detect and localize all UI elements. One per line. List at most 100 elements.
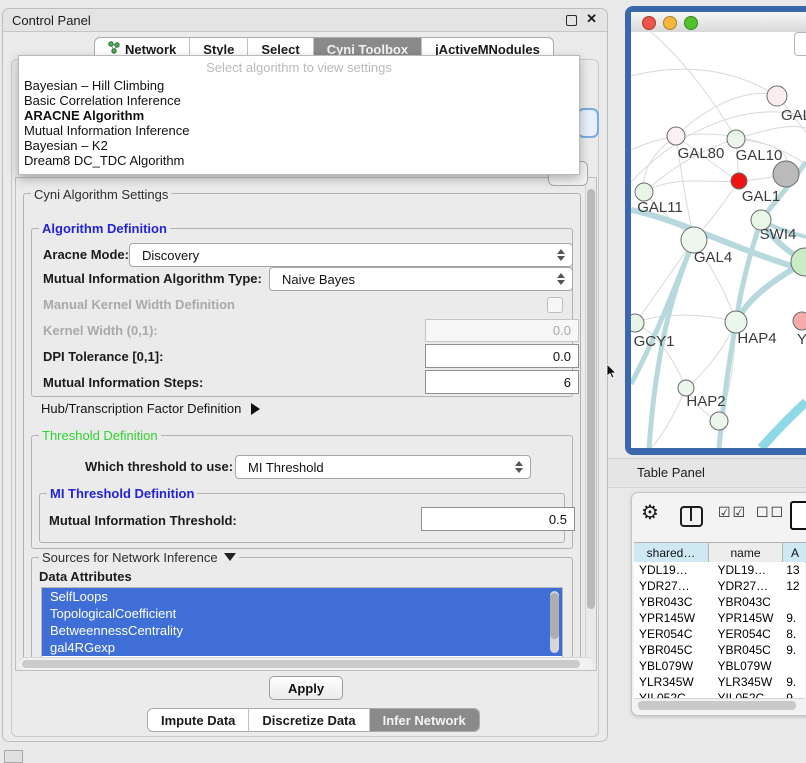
column-header[interactable]: shared…: [634, 543, 709, 563]
aracne-mode-label: Aracne Mode:: [43, 247, 129, 262]
table-row[interactable]: YDR27…YDR27…12: [634, 578, 805, 594]
node-label: GAL4: [694, 249, 732, 266]
network-window-titlebar[interactable]: [631, 12, 806, 33]
mi-steps-field[interactable]: 6: [425, 370, 579, 394]
export-table-icon[interactable]: [790, 501, 806, 530]
node-label: GAL11: [637, 199, 683, 216]
table-cell: YER054C: [634, 627, 709, 641]
table-row[interactable]: YBL079WYBL079W: [634, 658, 805, 674]
which-threshold-select[interactable]: MI Threshold: [235, 455, 531, 479]
sources-legend[interactable]: Sources for Network Inference: [39, 550, 239, 565]
network-node-gray-node[interactable]: [773, 161, 799, 187]
table-row[interactable]: YDL19…YDL19…13: [634, 562, 805, 578]
table-row[interactable]: YBR043CYBR043C: [634, 594, 805, 610]
network-edge[interactable]: [676, 93, 777, 136]
mi-algorithm-type-select[interactable]: Naive Bayes: [269, 267, 573, 291]
control-panel-titlebar: Control Panel ✕: [3, 9, 607, 32]
node-label: GAL80: [678, 145, 725, 162]
table-cell: 13: [784, 563, 805, 577]
tab-discretize-data[interactable]: Discretize Data: [248, 709, 368, 731]
table-cell: YER054C: [709, 627, 784, 641]
kernel-width-field[interactable]: 0.0: [425, 319, 579, 342]
table-cell: YBR043C: [634, 595, 709, 609]
network-edge[interactable]: [635, 315, 736, 323]
mi-steps-label: Mutual Information Steps:: [43, 375, 203, 390]
network-edge[interactable]: [761, 402, 806, 448]
close-traffic-light[interactable]: [642, 16, 656, 30]
network-node-gal80[interactable]: [667, 127, 685, 145]
algorithm-option[interactable]: Bayesian – K2: [19, 138, 579, 153]
table-horizontal-scrollbar[interactable]: [634, 698, 805, 712]
table-cell: YBR045C: [709, 643, 784, 657]
node-label: HAP2: [686, 393, 725, 410]
stepper-icon: [554, 249, 568, 261]
float-window-icon[interactable]: [566, 15, 577, 26]
attribute-item[interactable]: TopologicalCoefficient: [42, 605, 562, 622]
table-cell: YBL079W: [709, 659, 784, 673]
scrollbar-thumb[interactable]: [638, 701, 796, 710]
network-edge[interactable]: [736, 126, 806, 139]
columns-icon[interactable]: [680, 506, 703, 527]
column-header[interactable]: name: [709, 543, 783, 563]
node-label: SWI4: [760, 226, 797, 243]
attribute-item[interactable]: BetweennessCentrality: [42, 622, 562, 639]
table-row[interactable]: YPR145WYPR145W9.: [634, 610, 805, 626]
attribute-item[interactable]: SelfLoops: [42, 588, 562, 605]
attribute-item[interactable]: gal4RGexp: [42, 639, 562, 656]
network-edge[interactable]: [631, 69, 777, 96]
algorithm-dropdown-popup: Select algorithm to view settings Bayesi…: [18, 55, 580, 175]
list-scrollbar[interactable]: [550, 591, 559, 653]
settings-horizontal-scrollbar[interactable]: [19, 657, 593, 670]
dpi-tolerance-field[interactable]: 0.0: [425, 344, 579, 368]
minimized-panel-icon[interactable]: [4, 750, 23, 763]
network-edge[interactable]: [651, 32, 736, 139]
algorithm-option[interactable]: Dream8 DC_TDC Algorithm: [19, 153, 579, 168]
algorithm-option[interactable]: Basic Correlation Inference: [19, 93, 579, 108]
network-node-gal10[interactable]: [727, 130, 745, 148]
deselect-all-icon[interactable]: ☐☐: [756, 504, 785, 521]
data-attributes-list[interactable]: SelfLoopsTopologicalCoefficientBetweenne…: [41, 587, 563, 659]
network-view[interactable]: GALGAL80GAL10GAL1GAL11SWI4GAL4GCY1HAP4YH…: [631, 32, 806, 448]
hub-definition-toggle[interactable]: Hub/Transcription Factor Definition: [41, 401, 260, 416]
table-cell: YBL079W: [634, 659, 709, 673]
stepper-icon: [554, 273, 568, 285]
algorithm-option[interactable]: Mutual Information Inference: [19, 123, 579, 138]
minimize-traffic-light[interactable]: [663, 16, 677, 30]
network-node-bottom-node[interactable]: [710, 412, 728, 430]
kernel-width-label: Kernel Width (0,1):: [43, 323, 158, 338]
tab-infer-network[interactable]: Infer Network: [369, 709, 479, 731]
network-node-pink-right[interactable]: [793, 312, 806, 330]
tab-impute-data[interactable]: Impute Data: [148, 709, 248, 731]
mouse-cursor: [606, 364, 618, 380]
table-cell: 9.: [784, 675, 805, 689]
focused-widget-behind-popup[interactable]: [577, 108, 599, 138]
aracne-mode-select[interactable]: Discovery: [129, 243, 573, 267]
column-header[interactable]: A: [783, 543, 806, 563]
table-cell: YBR045C: [634, 643, 709, 657]
table-cell: 9.: [784, 611, 805, 625]
network-edge[interactable]: [644, 181, 739, 192]
settings-vertical-scrollbar[interactable]: [585, 179, 596, 667]
scrollbar-thumb[interactable]: [22, 660, 580, 668]
network-node-pink-top[interactable]: [767, 86, 787, 106]
apply-button[interactable]: Apply: [269, 676, 343, 700]
manual-kernel-checkbox[interactable]: [547, 297, 563, 313]
gear-icon[interactable]: ⚙: [641, 500, 659, 525]
table-row[interactable]: YBR045CYBR045C9.: [634, 642, 805, 658]
table-row[interactable]: YER054CYER054C8.: [634, 626, 805, 642]
table-cell: 8.: [784, 627, 805, 641]
network-node-gcy1[interactable]: [631, 314, 644, 332]
scrollbar-thumb[interactable]: [587, 189, 595, 609]
close-icon[interactable]: ✕: [586, 11, 597, 27]
network-edge[interactable]: [631, 240, 694, 384]
zoom-traffic-light[interactable]: [684, 16, 698, 30]
algorithm-option[interactable]: ARACNE Algorithm: [19, 108, 579, 123]
mi-threshold-field[interactable]: 0.5: [421, 507, 575, 531]
algorithm-option[interactable]: Bayesian – Hill Climbing: [19, 78, 579, 93]
scrollbar-thumb[interactable]: [550, 593, 559, 639]
table-cell: 12: [784, 579, 805, 593]
table-row[interactable]: YLR345WYLR345W9.: [634, 674, 805, 690]
select-all-icon[interactable]: ☑☑: [718, 504, 747, 521]
mi-threshold-legend: MI Threshold Definition: [47, 486, 197, 501]
network-node-gal1-red[interactable]: [731, 173, 747, 189]
